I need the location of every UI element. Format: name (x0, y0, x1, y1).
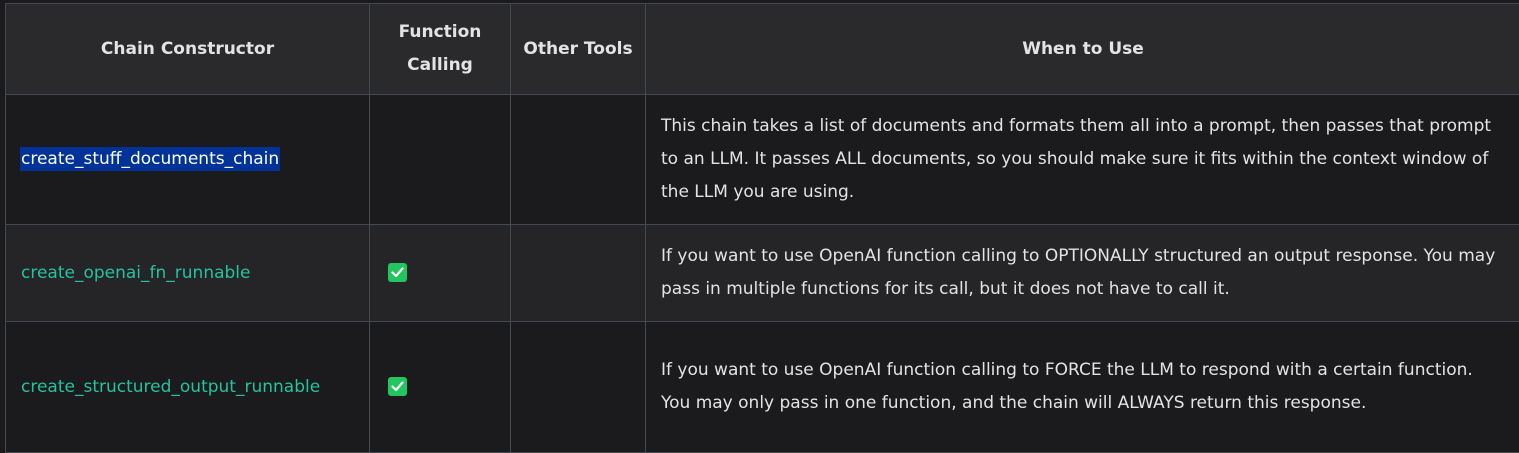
function-calling-cell (370, 225, 511, 322)
when-to-use-cell: This chain takes a list of documents and… (646, 95, 1519, 225)
chain-name-link[interactable]: create_openai_fn_runnable (21, 263, 251, 283)
other-tools-cell (511, 322, 646, 453)
chain-name-cell: create_structured_output_runnable (6, 322, 370, 453)
header-chain-constructor: Chain Constructor (6, 4, 370, 95)
when-to-use-cell: If you want to use OpenAI function calli… (646, 322, 1519, 453)
other-tools-cell (511, 225, 646, 322)
chain-constructors-table: Chain Constructor Function Calling Other… (5, 3, 1519, 453)
header-when-to-use: When to Use (646, 4, 1519, 95)
function-calling-cell (370, 95, 511, 225)
table-row: create_openai_fn_runnable If you want to… (6, 225, 1519, 322)
chain-name-cell: create_stuff_documents_chain (6, 95, 370, 225)
function-calling-cell (370, 322, 511, 453)
white-check-mark-icon (388, 263, 407, 282)
when-to-use-cell: If you want to use OpenAI function calli… (646, 225, 1519, 322)
table-row: create_stuff_documents_chain This chain … (6, 95, 1519, 225)
white-check-mark-icon (388, 377, 407, 396)
chain-name-link[interactable]: create_structured_output_runnable (21, 377, 320, 397)
chain-name-link-selected[interactable]: create_stuff_documents_chain (20, 147, 280, 171)
other-tools-cell (511, 95, 646, 225)
table-header-row: Chain Constructor Function Calling Other… (6, 4, 1519, 95)
chain-name-cell: create_openai_fn_runnable (6, 225, 370, 322)
table-row: create_structured_output_runnable If you… (6, 322, 1519, 453)
header-function-calling: Function Calling (370, 4, 511, 95)
header-other-tools: Other Tools (511, 4, 646, 95)
